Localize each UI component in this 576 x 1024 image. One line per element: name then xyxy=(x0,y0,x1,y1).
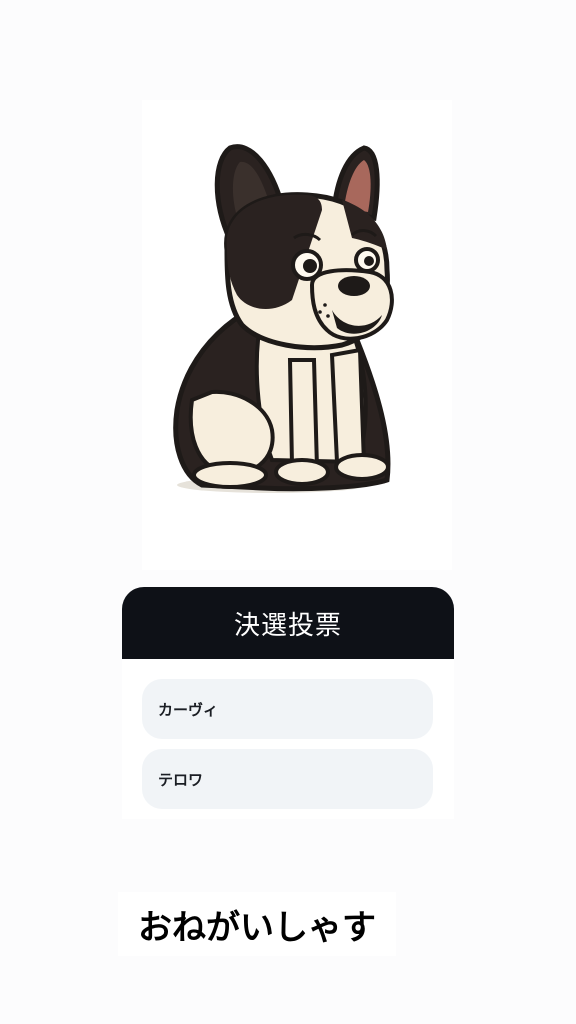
poll-option-label: カーヴィ xyxy=(158,700,219,719)
poll-options: カーヴィ テロワ xyxy=(122,659,454,819)
caption-box: おねがいしゃす xyxy=(118,892,396,956)
caption-text: おねがいしゃす xyxy=(138,907,376,948)
poll-header: 決選投票 xyxy=(122,587,454,659)
dog-image xyxy=(142,100,452,570)
poll-option-1[interactable]: カーヴィ xyxy=(142,679,433,739)
poll-card: 決選投票 カーヴィ テロワ xyxy=(122,587,454,822)
poll-title: 決選投票 xyxy=(233,610,342,641)
french-bulldog-illustration xyxy=(173,144,394,493)
poll-option-label: テロワ xyxy=(158,770,204,789)
poll-option-2[interactable]: テロワ xyxy=(142,749,433,809)
